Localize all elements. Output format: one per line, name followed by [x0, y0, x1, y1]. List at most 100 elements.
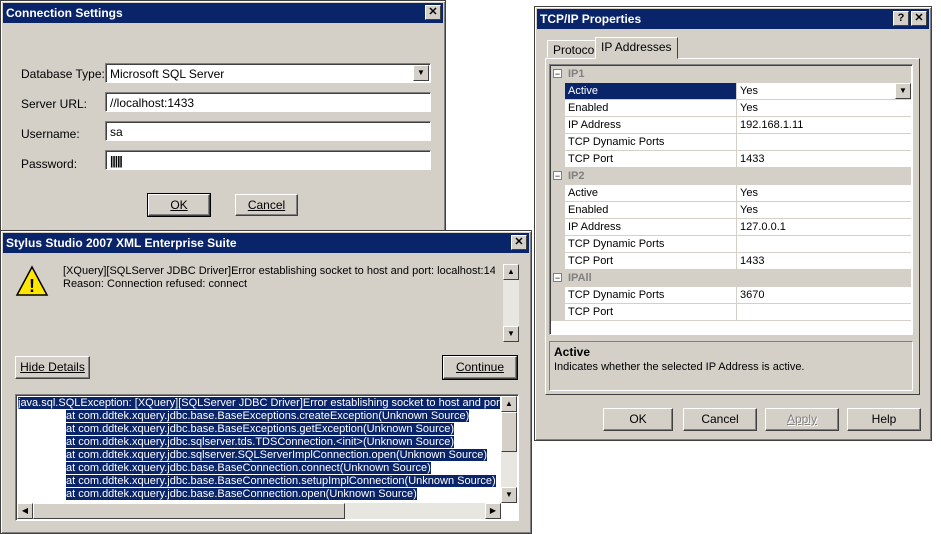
server-url-value: //localhost:1433 — [110, 96, 195, 110]
property-grid[interactable]: − IP1 Active Yes ▼ Enabled Yes IP Address 192.16… — [549, 64, 913, 335]
password-mask: ||||| — [110, 154, 123, 168]
property-grid-body: − IP1 Active Yes ▼ Enabled Yes IP Address 192.16… — [551, 66, 911, 333]
grid-row-gutter — [551, 304, 565, 320]
grid-row[interactable]: Active Yes — [551, 185, 911, 202]
grid-row[interactable]: Active Yes ▼ — [551, 83, 911, 100]
close-icon[interactable]: ✕ — [911, 11, 927, 26]
grid-row-gutter — [551, 202, 565, 218]
grid-row-name: Active — [565, 185, 737, 201]
collapse-icon[interactable]: − — [553, 171, 562, 181]
scroll-down-icon[interactable]: ▼ — [503, 326, 519, 342]
collapse-icon[interactable]: − — [553, 69, 562, 79]
grid-row[interactable]: IP Address 127.0.0.1 — [551, 219, 911, 236]
grid-row-name: TCP Port — [565, 151, 737, 167]
grid-row-gutter — [551, 185, 565, 201]
grid-row-gutter — [551, 83, 565, 99]
trace-hscrollbar[interactable]: ◀ ▶ — [17, 503, 501, 519]
tcpip-cancel-button[interactable]: Cancel — [683, 408, 757, 431]
close-icon[interactable]: ✕ — [425, 5, 441, 20]
grid-row[interactable]: TCP Port — [551, 304, 911, 321]
grid-row[interactable]: TCP Dynamic Ports — [551, 236, 911, 253]
username-input[interactable]: sa — [105, 121, 431, 141]
grid-row-name: TCP Dynamic Ports — [565, 287, 737, 303]
grid-row[interactable]: TCP Dynamic Ports — [551, 134, 911, 151]
grid-row-value[interactable]: 3670 — [737, 287, 911, 303]
scroll-left-icon[interactable]: ◀ — [17, 503, 33, 519]
grid-row-value[interactable]: 192.168.1.11 — [737, 117, 911, 133]
collapse-icon[interactable]: − — [553, 273, 562, 283]
chevron-down-icon[interactable]: ▼ — [895, 83, 911, 99]
tab-strip: Protocol IP Addresses — [545, 37, 925, 59]
close-icon[interactable]: ✕ — [511, 235, 527, 250]
connection-settings-window: Connection Settings ✕ Database Type: Mic… — [0, 0, 446, 234]
grid-row-value[interactable]: Yes — [737, 100, 911, 116]
scroll-up-icon[interactable]: ▲ — [501, 396, 517, 412]
grid-row[interactable]: Enabled Yes — [551, 202, 911, 219]
server-url-label: Server URL: — [21, 97, 88, 111]
trace-line: at com.ddtek.xquery.jdbc.sqlserver.tds.T… — [66, 436, 455, 448]
grid-row-name: TCP Port — [565, 253, 737, 269]
grid-row[interactable]: TCP Port 1433 — [551, 151, 911, 168]
db-type-label: Database Type: — [21, 67, 105, 81]
error-message-line-1: [XQuery][SQLServer JDBC Driver]Error est… — [63, 265, 495, 277]
scroll-right-icon[interactable]: ▶ — [485, 503, 501, 519]
continue-button[interactable]: Continue — [442, 355, 518, 380]
grid-row-gutter — [551, 151, 565, 167]
grid-row[interactable]: IP Address 192.168.1.11 — [551, 117, 911, 134]
grid-row-value[interactable]: Yes — [737, 185, 911, 201]
password-input[interactable]: ||||| — [105, 150, 431, 170]
error-dialog-window: Stylus Studio 2007 XML Enterprise Suite … — [0, 230, 532, 534]
grid-row-value[interactable]: Yes — [737, 202, 911, 218]
grid-row-gutter — [551, 236, 565, 252]
trace-line: at com.ddtek.xquery.jdbc.base.BaseExcept… — [66, 423, 455, 435]
grid-row-name: TCP Dynamic Ports — [565, 134, 737, 150]
trace-line: at com.ddtek.xquery.jdbc.base.BaseConnec… — [66, 475, 496, 487]
chevron-down-icon[interactable]: ▼ — [413, 65, 429, 81]
tab-ip-addresses[interactable]: IP Addresses — [595, 37, 678, 59]
grid-row-value[interactable] — [737, 236, 911, 252]
ok-button[interactable]: OK — [147, 193, 211, 217]
grid-row[interactable]: Enabled Yes — [551, 100, 911, 117]
grid-group[interactable]: − IPAll — [551, 270, 911, 287]
tcpip-help-button[interactable]: Help — [847, 408, 921, 431]
trace-line: at com.ddtek.xquery.jdbc.base.BaseConnec… — [66, 488, 417, 500]
grid-row-name: Enabled — [565, 100, 737, 116]
connection-titlebar: Connection Settings ✕ — [3, 3, 443, 23]
server-url-input[interactable]: //localhost:1433 — [105, 92, 431, 112]
grid-row-name: IP Address — [565, 117, 737, 133]
tcpip-properties-window: TCP/IP Properties ? ✕ Protocol IP Addres… — [534, 6, 932, 441]
scroll-thumb[interactable] — [33, 503, 345, 519]
grid-group[interactable]: − IP2 — [551, 168, 911, 185]
grid-row-gutter — [551, 134, 565, 150]
grid-row-value[interactable]: 1433 — [737, 253, 911, 269]
error-message: [XQuery][SQLServer JDBC Driver]Error est… — [63, 265, 495, 291]
trace-line: at com.ddtek.xquery.jdbc.base.BaseConnec… — [66, 462, 431, 474]
cancel-button[interactable]: Cancel — [235, 194, 298, 216]
grid-row-value[interactable]: 1433 — [737, 151, 911, 167]
stack-trace-box[interactable]: java.sql.SQLException: [XQuery][SQLServe… — [15, 394, 519, 521]
grid-group[interactable]: − IP1 — [551, 66, 911, 83]
grid-row-value[interactable] — [737, 304, 911, 320]
tcpip-ok-button[interactable]: OK — [603, 408, 673, 431]
grid-group-name: IP1 — [568, 68, 585, 80]
grid-row-value[interactable]: 127.0.0.1 — [737, 219, 911, 235]
scroll-down-icon[interactable]: ▼ — [501, 487, 517, 503]
grid-row[interactable]: TCP Port 1433 — [551, 253, 911, 270]
scroll-up-icon[interactable]: ▲ — [503, 264, 519, 280]
trace-line: java.sql.SQLException: [XQuery][SQLServe… — [18, 397, 500, 410]
username-label: Username: — [21, 127, 80, 141]
help-icon[interactable]: ? — [893, 11, 909, 26]
trace-vscrollbar[interactable]: ▲ ▼ — [501, 396, 517, 503]
description-title: Active — [554, 345, 591, 359]
password-label: Password: — [21, 157, 78, 171]
hide-details-button[interactable]: Hide Details — [15, 356, 90, 379]
grid-row-value[interactable] — [737, 134, 911, 150]
db-type-value: Microsoft SQL Server — [110, 67, 225, 81]
grid-row-name: IP Address — [565, 219, 737, 235]
db-type-select[interactable]: Microsoft SQL Server ▼ — [105, 63, 431, 83]
grid-row[interactable]: TCP Dynamic Ports 3670 — [551, 287, 911, 304]
grid-row-value[interactable]: Yes — [737, 83, 911, 99]
message-scrollbar[interactable]: ▲ ▼ — [503, 264, 519, 342]
scroll-thumb[interactable] — [501, 412, 517, 452]
connection-title: Connection Settings — [6, 6, 123, 20]
